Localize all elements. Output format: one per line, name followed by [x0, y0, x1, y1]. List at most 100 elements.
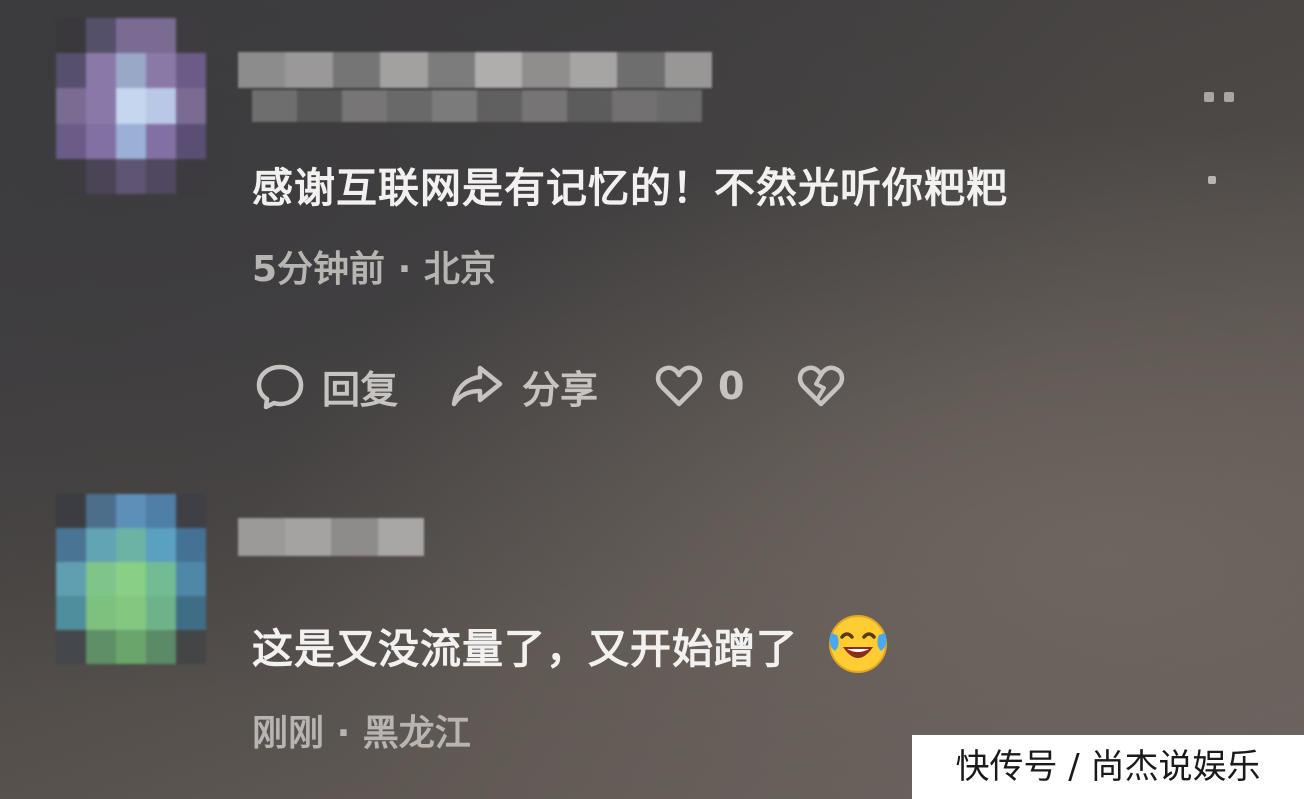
share-label: 分享 [522, 367, 599, 412]
avatar-pixel [176, 596, 206, 630]
comment-meta: 5分钟前 · 北京 [252, 240, 496, 292]
avatar-pixel [56, 494, 86, 528]
avatar-pixel [86, 18, 116, 54]
laughing-crying-emoji-icon [825, 611, 891, 687]
blur-segment [297, 90, 342, 122]
blur-segment [612, 90, 657, 122]
reply-button[interactable]: 回复 [254, 359, 398, 414]
blur-segment [567, 90, 612, 122]
blur-segment [657, 90, 702, 122]
comment-meta: 刚刚 · 黑龙江 [252, 704, 471, 756]
share-button[interactable]: 分享 [448, 359, 598, 414]
chat-bubble-icon [254, 360, 306, 412]
broken-heart-icon [796, 362, 846, 410]
blur-segment [342, 90, 387, 122]
avatar-pixel [86, 562, 116, 596]
comment-text: 这是又没流量了，又开始蹭了 [252, 614, 891, 690]
comment-actions: 回复 分享 0 [254, 356, 846, 416]
blur-segment [569, 52, 618, 88]
avatar-pixel [86, 494, 116, 528]
blur-segment [380, 52, 428, 88]
blur-segment [377, 518, 424, 556]
avatar-pixel [176, 528, 206, 562]
blur-segment [664, 52, 713, 88]
comment-time: 5分钟前 [252, 249, 386, 290]
avatar-pixel [116, 158, 146, 194]
avatar-pixel [146, 53, 176, 89]
comment-location: 黑龙江 [362, 713, 471, 754]
blur-segment [522, 90, 567, 122]
avatar-pixel [116, 562, 146, 596]
meta-separator: · [336, 713, 363, 754]
avatar-pixel [86, 158, 116, 194]
avatar[interactable] [56, 18, 206, 194]
avatar-pixel [56, 53, 86, 89]
comment-text-content: 这是又没流量了，又开始蹭了 [252, 625, 798, 673]
avatar-pixel [56, 18, 86, 54]
avatar-pixel [146, 123, 176, 159]
dislike-button[interactable] [796, 362, 846, 410]
blur-segment [332, 52, 381, 88]
avatar-pixel [146, 630, 176, 664]
avatar-pixel [176, 88, 206, 124]
avatar-pixel [176, 53, 206, 89]
avatar-pixel [116, 18, 146, 54]
avatar-pixel [56, 123, 86, 159]
blur-segment [238, 52, 286, 88]
avatar-pixel [86, 528, 116, 562]
blur-segment [427, 52, 476, 88]
avatar-pixel [176, 123, 206, 159]
blur-segment [475, 52, 523, 88]
avatar-pixel [116, 596, 146, 630]
avatar-pixel [116, 53, 146, 89]
avatar-pixel [116, 123, 146, 159]
avatar-pixel [86, 53, 116, 89]
avatar-pixel [56, 528, 86, 562]
blur-segment [252, 90, 297, 122]
avatar-pixel [176, 158, 206, 194]
avatar-pixel [116, 88, 146, 124]
avatar-pixel [176, 562, 206, 596]
comment-time: 刚刚 [252, 713, 325, 754]
comment-text: 感谢互联网是有记忆的！不然光听你粑粑 [252, 164, 1008, 212]
avatar-pixel [86, 630, 116, 664]
avatar-pixel [56, 158, 86, 194]
share-arrow-icon [448, 360, 506, 412]
truncation-dot [1208, 176, 1216, 184]
avatar-pixel [56, 596, 86, 630]
username-blurred[interactable] [238, 518, 424, 556]
reply-label: 回复 [322, 367, 399, 412]
avatar-pixel [146, 528, 176, 562]
blur-segment [432, 90, 477, 122]
username-blurred[interactable] [238, 52, 713, 88]
blur-segment [387, 90, 432, 122]
blur-segment [285, 52, 333, 88]
watermark: 快传号 / 尚杰说娱乐 [912, 735, 1304, 799]
avatar-pixel [116, 630, 146, 664]
blur-segment [331, 518, 378, 556]
avatar-pixel [146, 562, 176, 596]
like-button[interactable]: 0 [654, 362, 744, 410]
blur-segment [522, 52, 570, 88]
avatar-pixel [56, 562, 86, 596]
blur-segment [477, 90, 522, 122]
avatar[interactable] [56, 494, 206, 664]
avatar-pixel [56, 88, 86, 124]
avatar-pixel [56, 630, 86, 664]
avatar-pixel [176, 494, 206, 528]
more-options-icon[interactable] [1204, 92, 1234, 102]
blur-segment [617, 52, 665, 88]
avatar-pixel [146, 88, 176, 124]
comment-location: 北京 [423, 249, 496, 290]
avatar-pixel [176, 630, 206, 664]
avatar-pixel [116, 528, 146, 562]
avatar-pixel [146, 158, 176, 194]
blur-segment [284, 518, 331, 556]
heart-icon [654, 362, 704, 410]
like-count: 0 [718, 364, 745, 408]
avatar-pixel [116, 494, 146, 528]
avatar-pixel [146, 18, 176, 54]
avatar-pixel [146, 596, 176, 630]
avatar-pixel [86, 88, 116, 124]
blur-segment [238, 518, 285, 556]
